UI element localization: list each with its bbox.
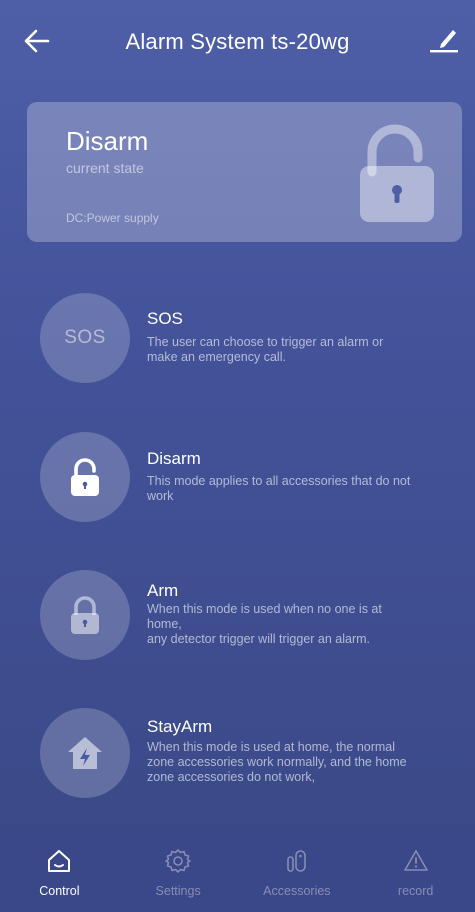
tab-control[interactable]: Control: [0, 824, 119, 912]
mode-icon-circle: [40, 570, 130, 660]
tab-label: Control: [39, 884, 80, 898]
current-state-value: Disarm: [66, 126, 149, 156]
mode-description-line: This mode applies to all accessories tha…: [147, 474, 411, 488]
mode-icon-circle: [40, 432, 130, 522]
sos-icon: SOS: [40, 293, 130, 383]
mode-description: This mode applies to all accessories tha…: [147, 474, 457, 504]
mode-icon-circle: [40, 708, 130, 798]
mode-disarm[interactable]: Disarm This mode applies to all accessor…: [40, 432, 460, 522]
mode-description-line: When this mode is used at home, the norm…: [147, 740, 396, 754]
tab-settings[interactable]: Settings: [119, 824, 238, 912]
current-state-card: Disarm current state DC:Power supply: [27, 102, 462, 242]
mode-name: Disarm: [147, 449, 201, 468]
mode-name: SOS: [147, 309, 183, 328]
mode-arm[interactable]: Arm When this mode is used when no one i…: [40, 570, 460, 660]
edit-button[interactable]: [427, 24, 461, 56]
mode-description-line: work: [147, 489, 174, 503]
tab-accessories[interactable]: Accessories: [238, 824, 357, 912]
mode-description-line: any detector trigger will trigger an ala…: [147, 632, 371, 646]
home-icon: [48, 850, 71, 872]
back-button[interactable]: [22, 26, 56, 56]
tab-label: Accessories: [263, 884, 331, 898]
mode-description: The user can choose to trigger an alarm …: [147, 335, 457, 365]
mode-description: When this mode is used at home, the norm…: [147, 740, 457, 785]
sos-icon-text: SOS: [64, 327, 106, 348]
mode-description-line: make an emergency call.: [147, 350, 286, 364]
mode-name: StayArm: [147, 717, 213, 736]
warning-triangle-icon: [403, 850, 428, 871]
unlocked-padlock-icon: [360, 124, 434, 222]
page-title: Alarm System ts-20wg: [125, 29, 350, 54]
mode-description-line: The user can choose to trigger an alarm …: [147, 335, 384, 349]
app-header: Alarm System ts-20wg: [0, 0, 475, 84]
sensor-icon: [287, 850, 306, 872]
tab-label: record: [397, 884, 434, 898]
mode-description: When this mode is used when no one is at…: [147, 602, 457, 647]
bottom-tab-bar: Control Settings Accessories record: [0, 824, 475, 912]
locked-padlock-icon: [71, 596, 99, 634]
mode-description-line: When this mode is used when no one is at: [147, 602, 382, 616]
unlocked-padlock-icon: [71, 458, 99, 496]
mode-description-line: zone accessories work normally, and the …: [147, 755, 407, 769]
mode-stayarm[interactable]: StayArm When this mode is used at home, …: [40, 708, 460, 798]
mode-description-line: home,: [147, 617, 182, 631]
power-supply-label: DC:Power supply: [66, 211, 159, 225]
gear-icon: [165, 849, 191, 873]
edit-pencil-icon: [430, 30, 458, 53]
arrow-left-icon: [24, 29, 50, 53]
home-bolt-icon: [68, 737, 102, 769]
tab-record[interactable]: record: [356, 824, 475, 912]
mode-description-line: zone accessories do not work,: [147, 770, 316, 784]
tab-label: Settings: [155, 884, 201, 898]
current-state-caption: current state: [66, 160, 144, 176]
mode-sos[interactable]: SOS SOS The user can choose to trigger a…: [40, 293, 460, 383]
mode-name: Arm: [147, 581, 179, 600]
